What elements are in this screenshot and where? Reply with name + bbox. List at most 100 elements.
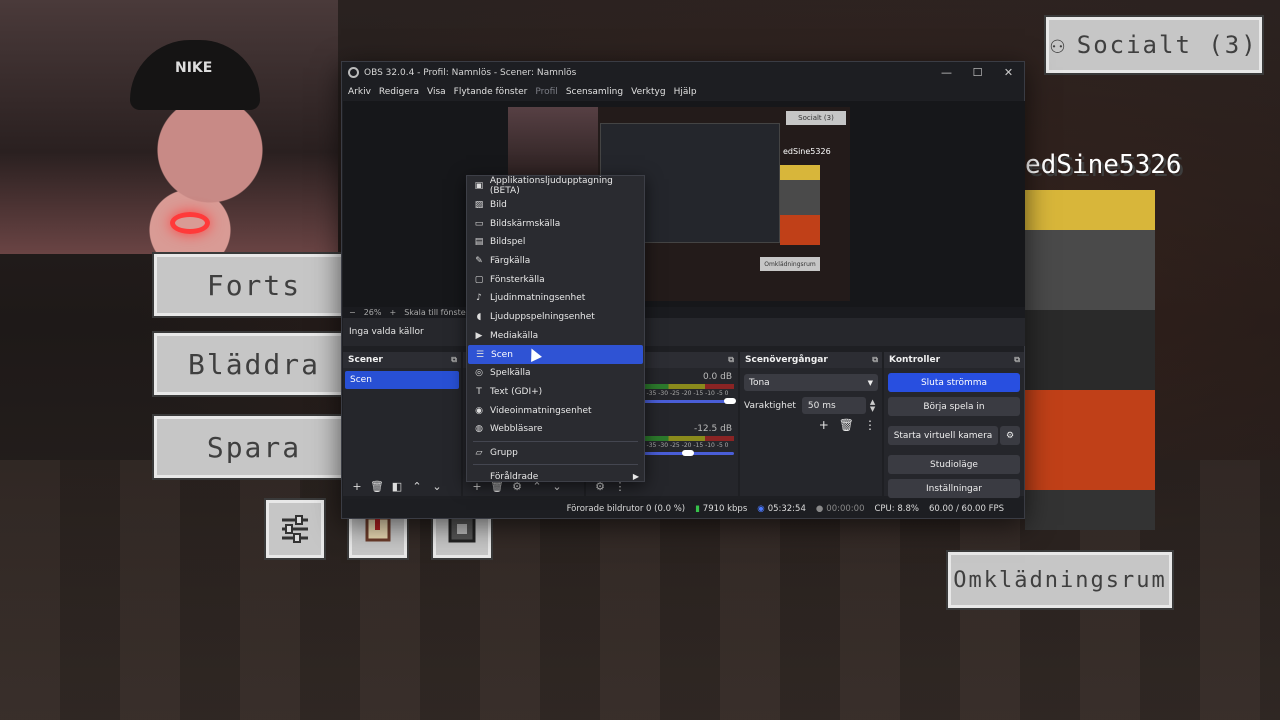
social-button[interactable]: ⚇ Socialt (3) (1044, 15, 1264, 75)
undock-icon[interactable]: ⧉ (872, 355, 878, 365)
trash-icon[interactable]: 🗑 (367, 480, 387, 493)
monitor-icon: ▭ (474, 218, 484, 229)
menu-item-browser[interactable]: ◍ Webbläsare (467, 420, 644, 439)
globe-icon: ◍ (475, 424, 483, 435)
start-virtual-camera-label: Starta virtuell kamera (893, 430, 993, 441)
maximize-icon[interactable]: ☐ (962, 66, 993, 79)
duration-input[interactable]: 50 ms (801, 397, 866, 414)
menu-scene-collection[interactable]: Scensamling (562, 87, 627, 97)
menu-item-label: Grupp (490, 447, 518, 458)
menu-item-scene[interactable]: ☰ Scen (468, 345, 643, 364)
stream-time: 05:32:54 (767, 503, 806, 514)
menu-item-media-source[interactable]: ▶ Mediakälla (467, 327, 644, 346)
start-virtual-camera-button[interactable]: Starta virtuell kamera (888, 426, 998, 445)
changing-room-button[interactable]: Omklädningsrum (946, 550, 1174, 610)
down-arrow-icon[interactable]: ⌄ (427, 480, 447, 493)
transitions-title: Scenövergångar (745, 355, 828, 365)
list-icon: ☰ (475, 349, 485, 360)
menu-item-image[interactable]: ▨ Bild (467, 196, 644, 215)
zoom-out-button[interactable]: − (349, 308, 356, 317)
zoom-in-button[interactable]: + (389, 308, 396, 317)
undock-icon[interactable]: ⧉ (728, 355, 734, 365)
source-info-bar: Inga valda källor (343, 318, 1025, 346)
continue-button[interactable]: Forts (152, 252, 356, 318)
slider-knob[interactable] (724, 398, 736, 404)
social-button-label: Socialt (3) (1076, 31, 1258, 59)
menu-item-app-audio[interactable]: ▣ Applikationsljudupptagning (BETA) (467, 176, 644, 197)
menu-separator (473, 440, 638, 442)
minimize-icon[interactable]: — (931, 66, 962, 79)
menu-bar: Arkiv Redigera Visa Flytande fönster Pro… (342, 83, 1024, 100)
add-icon[interactable]: + (819, 418, 829, 432)
preview-area[interactable]: Socialt (3) edSine5326 Omklädningsrum (343, 101, 1025, 307)
undock-icon[interactable]: ⧉ (451, 355, 457, 365)
start-recording-button[interactable]: Börja spela in (888, 397, 1020, 416)
menu-item-display-capture[interactable]: ▭ Bildskärmskälla (467, 214, 644, 233)
scene-item[interactable]: Scen (345, 371, 459, 389)
trash-icon[interactable]: 🗑 (839, 418, 854, 432)
led-ring (170, 212, 210, 234)
preview-armor (780, 165, 820, 245)
microphone-icon: ♪ (476, 293, 482, 304)
menu-item-label: Bildskärmskälla (490, 218, 561, 229)
browse-button[interactable]: Bläddra (152, 331, 356, 397)
settings-sliders-button[interactable] (264, 498, 326, 560)
menu-item-label: Spelkälla (490, 368, 531, 379)
virtual-camera-settings-button[interactable]: ⚙ (1000, 426, 1020, 445)
menu-item-label: Scen (491, 349, 513, 360)
transitions-dock: Scenövergångar ⧉ Tona ▼ Varaktighet 50 ms … (740, 352, 882, 496)
studio-mode-button[interactable]: Studioläge (888, 455, 1020, 474)
armor-stand (1025, 190, 1155, 530)
start-recording-label: Börja spela in (923, 401, 985, 412)
preview-player-name: edSine5326 (783, 147, 831, 156)
sliders-icon (282, 515, 308, 543)
menu-separator (473, 464, 638, 466)
menu-item-label: Applikationsljudupptagning (BETA) (489, 176, 613, 197)
transition-select[interactable]: Tona ▼ (744, 374, 878, 391)
menu-item-label: Fönsterkälla (490, 274, 545, 285)
record-time: 00:00:00 (826, 503, 865, 514)
add-icon[interactable]: + (347, 480, 367, 493)
settings-button[interactable]: Inställningar (888, 479, 1020, 498)
menu-item-label: Mediakälla (490, 330, 539, 341)
status-bar: Förorade bildrutor 0 (0.0 %) ▮ 7910 kbps … (342, 499, 1024, 518)
menu-item-game-capture[interactable]: ◎ Spelkälla (467, 364, 644, 383)
menu-view[interactable]: Visa (423, 87, 450, 97)
stop-streaming-button[interactable]: Sluta strömma (888, 373, 1020, 392)
menu-item-color-source[interactable]: ✎ Färgkälla (467, 252, 644, 271)
webcam-overlay: NIKE (0, 0, 338, 254)
menu-tools[interactable]: Verktyg (627, 87, 669, 97)
menu-item-label: Bildspel (490, 237, 526, 248)
more-icon[interactable]: ⋮ (864, 418, 876, 432)
menu-item-label: Ljudinmatningsenhet (490, 293, 586, 304)
menu-item-audio-input[interactable]: ♪ Ljudinmatningsenhet (467, 289, 644, 308)
menu-item-group[interactable]: ▱ Grupp (467, 444, 644, 463)
menu-item-video-capture[interactable]: ◉ Videoinmatningsenhet (467, 401, 644, 420)
scenes-title: Scener (348, 355, 383, 365)
menu-item-audio-output[interactable]: ◖ Ljuduppspelningsenhet (467, 308, 644, 327)
menu-help[interactable]: Hjälp (670, 87, 701, 97)
spinner-icon[interactable]: ▲ ▼ (870, 398, 875, 413)
fit-to-window-button[interactable]: Skala till fönster (404, 308, 469, 317)
menu-profile[interactable]: Profil (531, 87, 561, 97)
menu-item-text[interactable]: T Text (GDI+) (467, 383, 644, 402)
menu-docks[interactable]: Flytande fönster (450, 87, 532, 97)
controls-dock: Kontroller ⧉ Sluta strömma Börja spela in… (884, 352, 1024, 498)
speaker-icon: ◖ (476, 312, 482, 323)
menu-item-slideshow[interactable]: ▤ Bildspel (467, 233, 644, 252)
save-button[interactable]: Spara (152, 414, 356, 480)
undock-icon[interactable]: ⧉ (1014, 355, 1020, 365)
filter-icon[interactable]: ◧ (387, 480, 407, 493)
menu-edit[interactable]: Redigera (375, 87, 423, 97)
up-arrow-icon[interactable]: ⌃ (407, 480, 427, 493)
menu-item-deprecated[interactable]: Föråldrade ▶ (467, 467, 644, 486)
zoom-level: 26% (363, 308, 382, 317)
menu-file[interactable]: Arkiv (344, 87, 375, 97)
menu-item-label: Ljuduppspelningsenhet (490, 312, 595, 323)
slider-knob[interactable] (682, 450, 694, 456)
brush-icon: ✎ (475, 256, 483, 267)
close-icon[interactable]: ✕ (993, 66, 1024, 79)
studio-mode-label: Studioläge (930, 459, 978, 470)
menu-item-window-capture[interactable]: ▢ Fönsterkälla (467, 270, 644, 289)
no-source-label: Inga valda källor (349, 327, 424, 337)
